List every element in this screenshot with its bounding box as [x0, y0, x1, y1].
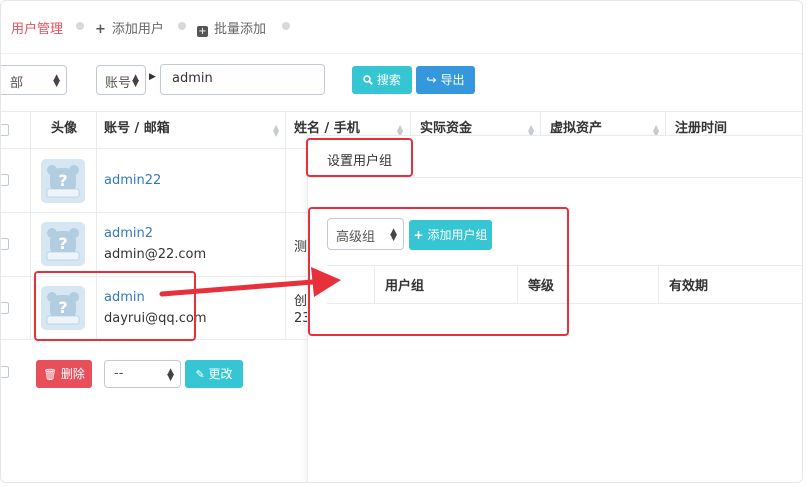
annotation-arrow: [159, 267, 341, 297]
app-window: 用户管理 + 添加用户 + 批量添加 部 ▲ ▼ 账号 ▲ ▼ ▶ admin 搜索 ↪…: [0, 0, 803, 483]
